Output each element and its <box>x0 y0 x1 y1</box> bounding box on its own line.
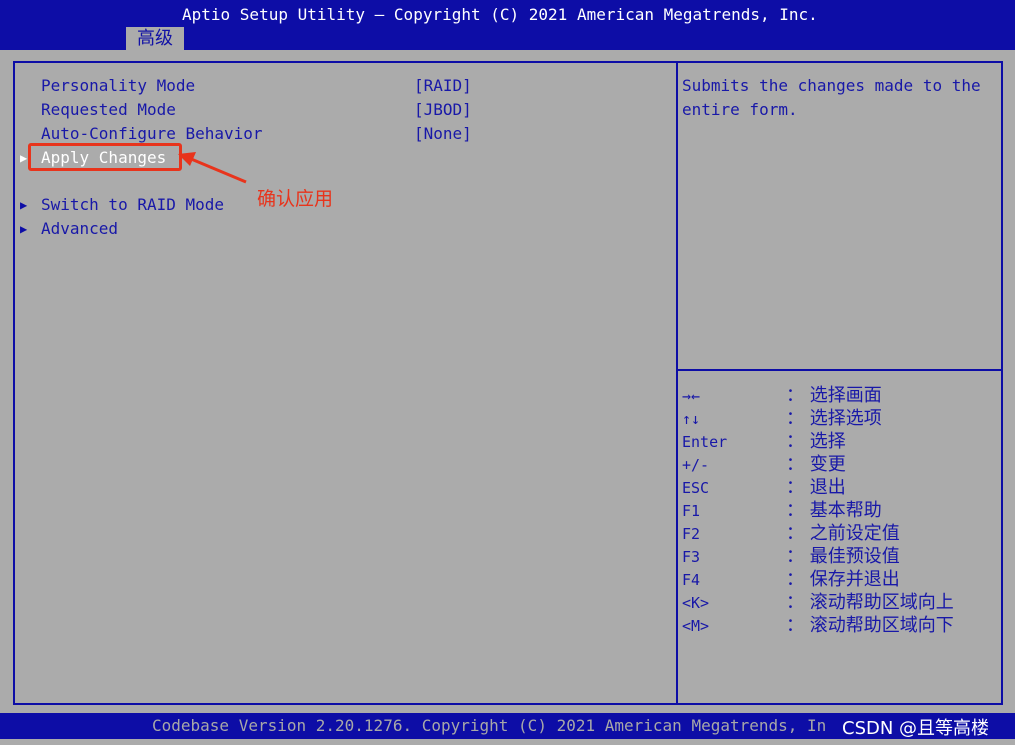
submenu-arrow-icon: ▶ <box>20 198 28 212</box>
panel-divider <box>676 61 678 705</box>
menu-item-value: [RAID] <box>414 76 472 95</box>
submenu-arrow-icon: ▶ <box>20 222 28 236</box>
key-name: +/- <box>682 456 710 474</box>
key-name: F4 <box>682 571 701 589</box>
key-description: ： 滚动帮助区域向下 <box>786 615 954 636</box>
key-legend-select-screen: →← ： 选择画面 <box>682 384 997 408</box>
key-description: ： 之前设定值 <box>786 523 900 544</box>
key-legend-scroll-up: <K> ： 滚动帮助区域向上 <box>682 591 997 615</box>
key-legend-f2: F2 ： 之前设定值 <box>682 522 997 546</box>
footer-bar: Codebase Version 2.20.1276. Copyright (C… <box>0 713 1015 739</box>
key-description: ： 选择选项 <box>786 408 882 429</box>
version-text: Codebase Version 2.20.1276. Copyright (C… <box>152 716 827 735</box>
key-name: ↑↓ <box>682 410 701 428</box>
key-description: ： 保存并退出 <box>786 569 900 590</box>
key-description: ： 退出 <box>786 477 846 498</box>
annotation-highlight-box <box>28 143 182 171</box>
key-description: ： 滚动帮助区域向上 <box>786 592 954 613</box>
annotation-arrow-icon <box>178 152 247 184</box>
watermark: CSDN @且等高楼 <box>842 718 990 739</box>
key-legend-f3: F3 ： 最佳预设值 <box>682 545 997 569</box>
menu-item-label: Advanced <box>41 219 119 238</box>
key-description: ： 最佳预设值 <box>786 546 900 567</box>
key-name: <M> <box>682 617 710 635</box>
title-bar: Aptio Setup Utility – Copyright (C) 2021… <box>0 0 1015 50</box>
window-title: Aptio Setup Utility – Copyright (C) 2021… <box>182 5 818 24</box>
key-legend-scroll-down: <M> ： 滚动帮助区域向下 <box>682 614 997 638</box>
key-name: Enter <box>682 433 728 451</box>
menu-item-value: [None] <box>414 124 472 143</box>
key-legend-f4: F4 ： 保存并退出 <box>682 568 997 592</box>
key-legend-select-item: ↑↓ ： 选择选项 <box>682 407 997 431</box>
menu-item-label: Switch to RAID Mode <box>41 195 225 214</box>
menu-item-label: Requested Mode <box>41 100 176 119</box>
menu-item-advanced[interactable]: ▶ Advanced <box>20 217 260 241</box>
key-description: ： 选择 <box>786 431 846 452</box>
key-name: F2 <box>682 525 701 543</box>
menu-item-label: Personality Mode <box>41 76 196 95</box>
key-name: F1 <box>682 502 701 520</box>
key-description: ： 变更 <box>786 454 846 475</box>
help-text: Submits the changes made to the entire f… <box>682 76 981 119</box>
bottom-strip <box>0 739 1015 745</box>
annotation-label: 确认应用 <box>257 188 334 210</box>
key-name: ESC <box>682 479 710 497</box>
key-name: <K> <box>682 594 710 612</box>
key-name: F3 <box>682 548 701 566</box>
help-divider <box>678 369 1002 371</box>
menu-item-requested-mode[interactable]: Requested Mode [JBOD] <box>20 98 480 122</box>
key-legend-change: +/- ： 变更 <box>682 453 997 477</box>
key-legend-f1: F1 ： 基本帮助 <box>682 499 997 523</box>
key-legend-esc: ESC ： 退出 <box>682 476 997 500</box>
key-description: ： 选择画面 <box>786 385 882 406</box>
menu-item-personality-mode[interactable]: Personality Mode [RAID] <box>20 74 480 98</box>
key-description: ： 基本帮助 <box>786 500 882 521</box>
key-name: →← <box>682 387 701 405</box>
menu-item-switch-to-raid-mode[interactable]: ▶ Switch to RAID Mode <box>20 193 260 217</box>
menu-item-value: [JBOD] <box>414 100 472 119</box>
key-legend-enter: Enter ： 选择 <box>682 430 997 454</box>
tab-advanced[interactable]: 高级 <box>126 27 184 50</box>
